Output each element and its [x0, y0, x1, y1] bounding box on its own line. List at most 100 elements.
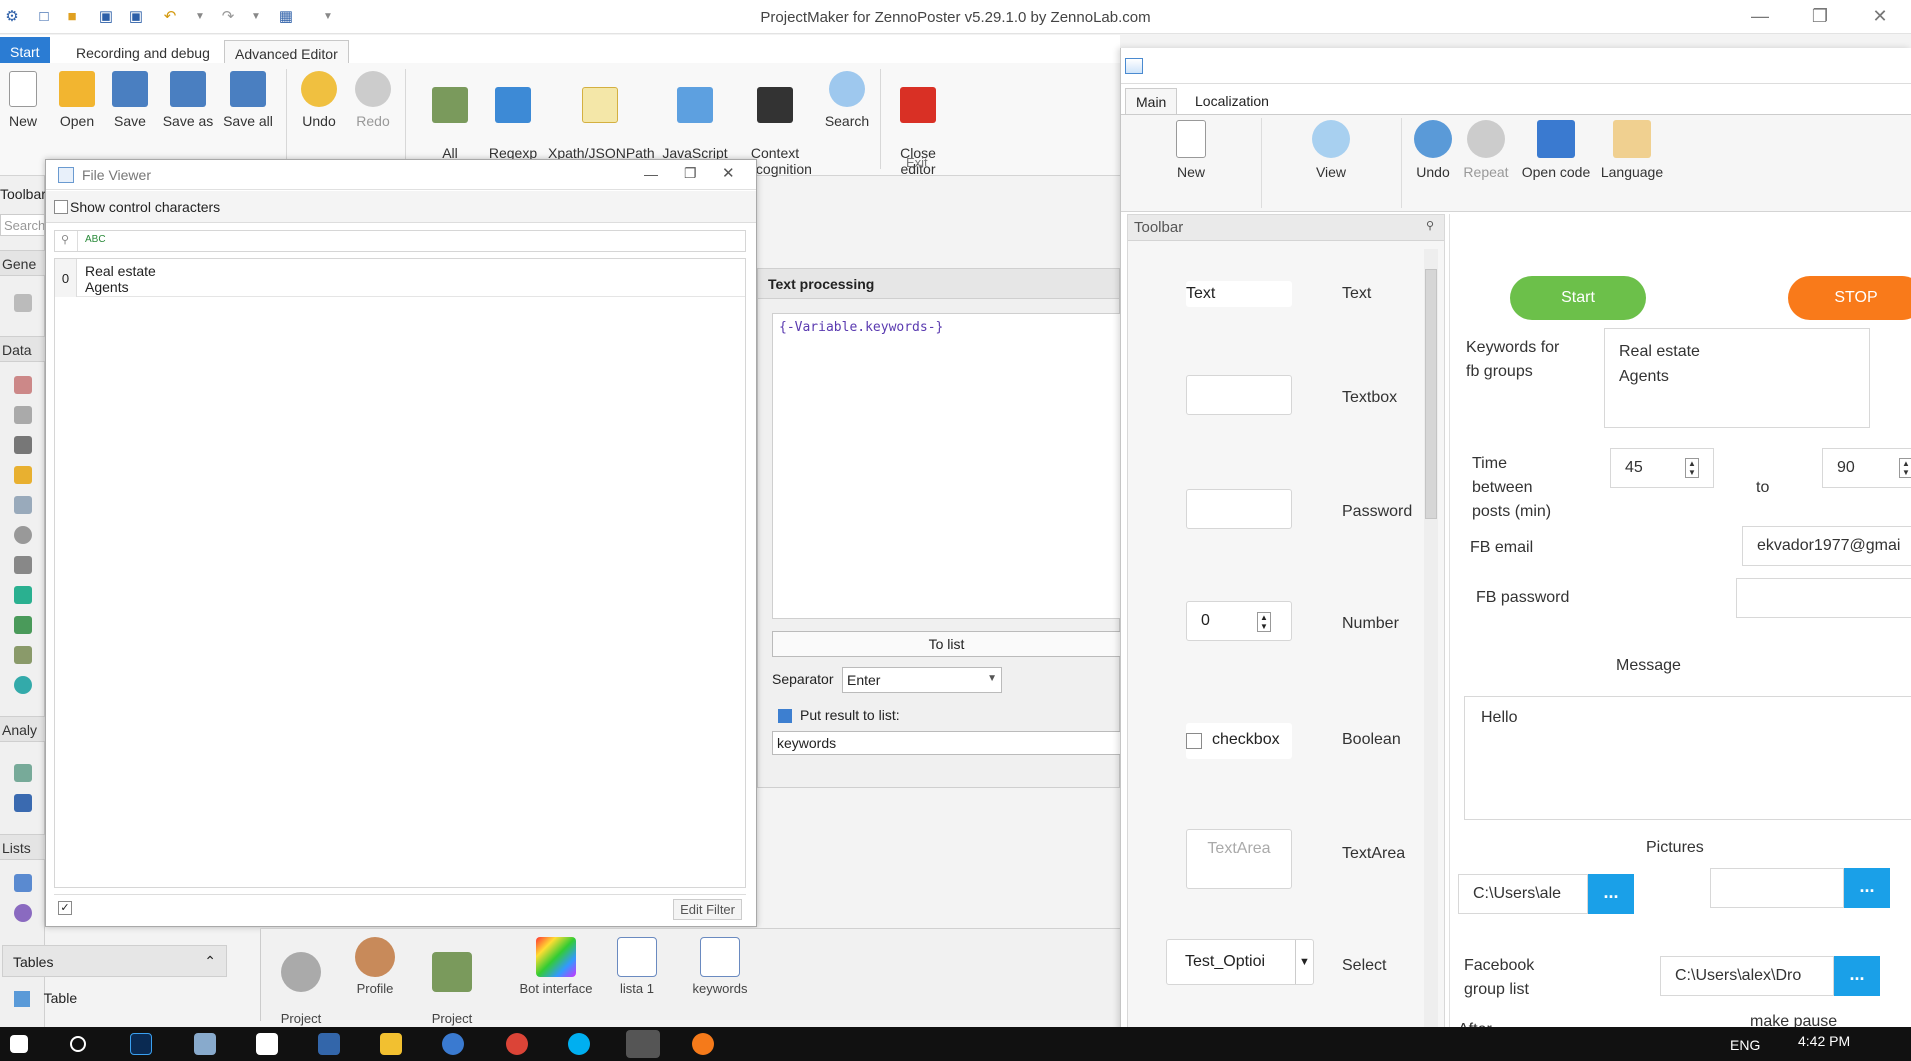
tables-group[interactable]: Tables ⌃	[2, 945, 227, 977]
toolbox-select-control[interactable]: Test_Optioi ▼	[1166, 939, 1314, 985]
start-button[interactable]: Start	[1510, 276, 1646, 320]
tab-localization[interactable]: Localization	[1185, 88, 1279, 114]
data-group[interactable]: Data	[0, 336, 45, 362]
minimize-icon[interactable]: —	[644, 166, 658, 182]
table-tool-item[interactable]: Table	[2, 986, 227, 1012]
undo-button[interactable]: Undo	[298, 71, 340, 129]
toolbox-number-control[interactable]: 0 ▲ ▼	[1186, 601, 1292, 641]
keywords-textarea[interactable]: Real estate Agents	[1604, 328, 1870, 428]
toolbox-scrollbar[interactable]	[1424, 249, 1438, 1029]
filter-enabled-checkbox[interactable]: ✓	[58, 901, 72, 915]
table-icon[interactable]	[14, 646, 32, 664]
tab-advanced-editor[interactable]: Advanced Editor	[224, 40, 349, 64]
edit-filter-button[interactable]: Edit Filter	[673, 899, 742, 920]
tab-recording-debug[interactable]: Recording and debug	[66, 40, 220, 64]
toolbox-checkbox-control[interactable]: checkbox	[1186, 723, 1292, 759]
computer-icon[interactable]	[318, 1033, 340, 1055]
minimize-icon[interactable]: —	[1740, 6, 1780, 27]
tab-start[interactable]: Start	[0, 37, 50, 63]
number-spinner-icon[interactable]: ▲ ▼	[1257, 612, 1271, 632]
text-processing-editor[interactable]: {-Variable.keywords-}	[772, 313, 1121, 619]
firefox-icon[interactable]	[692, 1033, 714, 1055]
editor-repeat-button[interactable]: Repeat	[1461, 120, 1511, 180]
restore-icon[interactable]: ❐	[684, 165, 697, 182]
image-icon[interactable]	[14, 616, 32, 634]
maximize-icon[interactable]: ❐	[1800, 6, 1840, 27]
fb-password-input[interactable]	[1736, 578, 1911, 618]
fb-email-input[interactable]: ekvador1977@gmai	[1742, 526, 1911, 566]
file-explorer-icon[interactable]	[380, 1033, 402, 1055]
browser-icon[interactable]	[442, 1033, 464, 1055]
mail-icon[interactable]	[14, 436, 32, 454]
photoshop-icon[interactable]	[130, 1033, 152, 1055]
stop-button[interactable]: STOP	[1788, 276, 1911, 320]
globe-icon[interactable]	[14, 526, 32, 544]
macro-icon[interactable]	[14, 676, 32, 694]
search-button[interactable]: Search	[822, 71, 872, 129]
toolbox-textarea-control[interactable]: TextArea	[1186, 829, 1292, 889]
show-control-chars-checkbox[interactable]	[54, 200, 68, 214]
number-spinner-icon[interactable]: ▲ ▼	[1685, 458, 1699, 478]
open-code-button[interactable]: Open code	[1521, 120, 1591, 180]
clock[interactable]: 4:42 PM	[1798, 1033, 1850, 1049]
pictures-path-input[interactable]: C:\Users\ale	[1458, 874, 1588, 914]
table-row[interactable]: 0 Real estate Agents	[55, 259, 745, 297]
tab-main[interactable]: Main	[1125, 88, 1178, 114]
pictures-browse-button-2[interactable]: ...	[1844, 868, 1890, 908]
toolbox-textbox-control[interactable]	[1186, 375, 1292, 415]
toolbox-text-control[interactable]: Text	[1186, 281, 1292, 307]
editor-new-button[interactable]: New	[1171, 120, 1211, 180]
language-button[interactable]: Language	[1597, 120, 1667, 180]
list-icon[interactable]	[14, 874, 32, 892]
close-icon[interactable]: ✕	[722, 164, 735, 182]
collapse-chevron-icon[interactable]: ⌃	[204, 953, 216, 970]
toolbar-search-input[interactable]: Search	[0, 214, 45, 236]
time-to-input[interactable]: 90 ▲ ▼	[1822, 448, 1911, 488]
number-spinner-icon[interactable]: ▲ ▼	[1899, 458, 1911, 478]
cursor-icon[interactable]	[14, 294, 32, 312]
pictures-path-input-2[interactable]	[1710, 868, 1844, 908]
app-icon[interactable]	[194, 1033, 216, 1055]
folder-icon[interactable]	[14, 466, 32, 484]
lists-group[interactable]: Lists	[0, 834, 45, 860]
close-icon[interactable]: ✕	[1860, 6, 1900, 27]
save-button[interactable]: Save	[110, 71, 150, 129]
redo-button[interactable]: Redo	[352, 71, 394, 129]
project-variables-button[interactable]: Project variables	[420, 937, 484, 1041]
keywords-list-button[interactable]: keywords	[686, 937, 754, 996]
zennoposter-icon[interactable]	[626, 1030, 660, 1058]
chrome-icon[interactable]	[506, 1033, 528, 1055]
time-from-input[interactable]: 45 ▲ ▼	[1610, 448, 1714, 488]
toolbox-password-control[interactable]	[1186, 489, 1292, 529]
project-settings-button[interactable]: Project settings	[270, 937, 332, 1041]
analysis-group[interactable]: Analy	[0, 716, 45, 742]
profile-icon[interactable]	[14, 376, 32, 394]
search-icon[interactable]	[70, 1036, 86, 1052]
editor-view-button[interactable]: View	[1311, 120, 1351, 180]
separator-select[interactable]: Enter ▼	[842, 667, 1002, 693]
save-all-button[interactable]: Save all	[222, 71, 274, 129]
pin-icon[interactable]: ⚲	[1426, 219, 1434, 232]
group-list-path-input[interactable]: C:\Users\alex\Dro	[1660, 956, 1834, 996]
language-indicator[interactable]: ENG	[1730, 1037, 1760, 1053]
windows-start-icon[interactable]	[10, 1035, 28, 1053]
skype-icon[interactable]	[568, 1033, 590, 1055]
report-icon[interactable]	[14, 764, 32, 782]
pen-icon[interactable]	[14, 556, 32, 574]
file-icon[interactable]	[14, 406, 32, 424]
checkbox-box[interactable]	[1186, 733, 1202, 749]
list-operations-icon[interactable]	[14, 904, 32, 922]
to-list-button[interactable]: To list	[772, 631, 1121, 657]
save-as-button[interactable]: Save as	[160, 71, 216, 129]
result-list-field[interactable]: keywords	[772, 731, 1121, 755]
calculator-icon[interactable]	[256, 1033, 278, 1055]
editor-undo-button[interactable]: Undo	[1411, 120, 1455, 180]
open-button[interactable]: Open	[56, 71, 98, 129]
document-icon[interactable]	[14, 586, 32, 604]
chart-icon[interactable]	[14, 794, 32, 812]
toolbox-scroll-thumb[interactable]	[1425, 269, 1437, 519]
database-icon[interactable]	[14, 496, 32, 514]
general-group[interactable]: Gene	[0, 250, 45, 276]
bot-interface-button[interactable]: Bot interface	[516, 937, 596, 996]
put-result-checkbox[interactable]	[778, 709, 792, 723]
